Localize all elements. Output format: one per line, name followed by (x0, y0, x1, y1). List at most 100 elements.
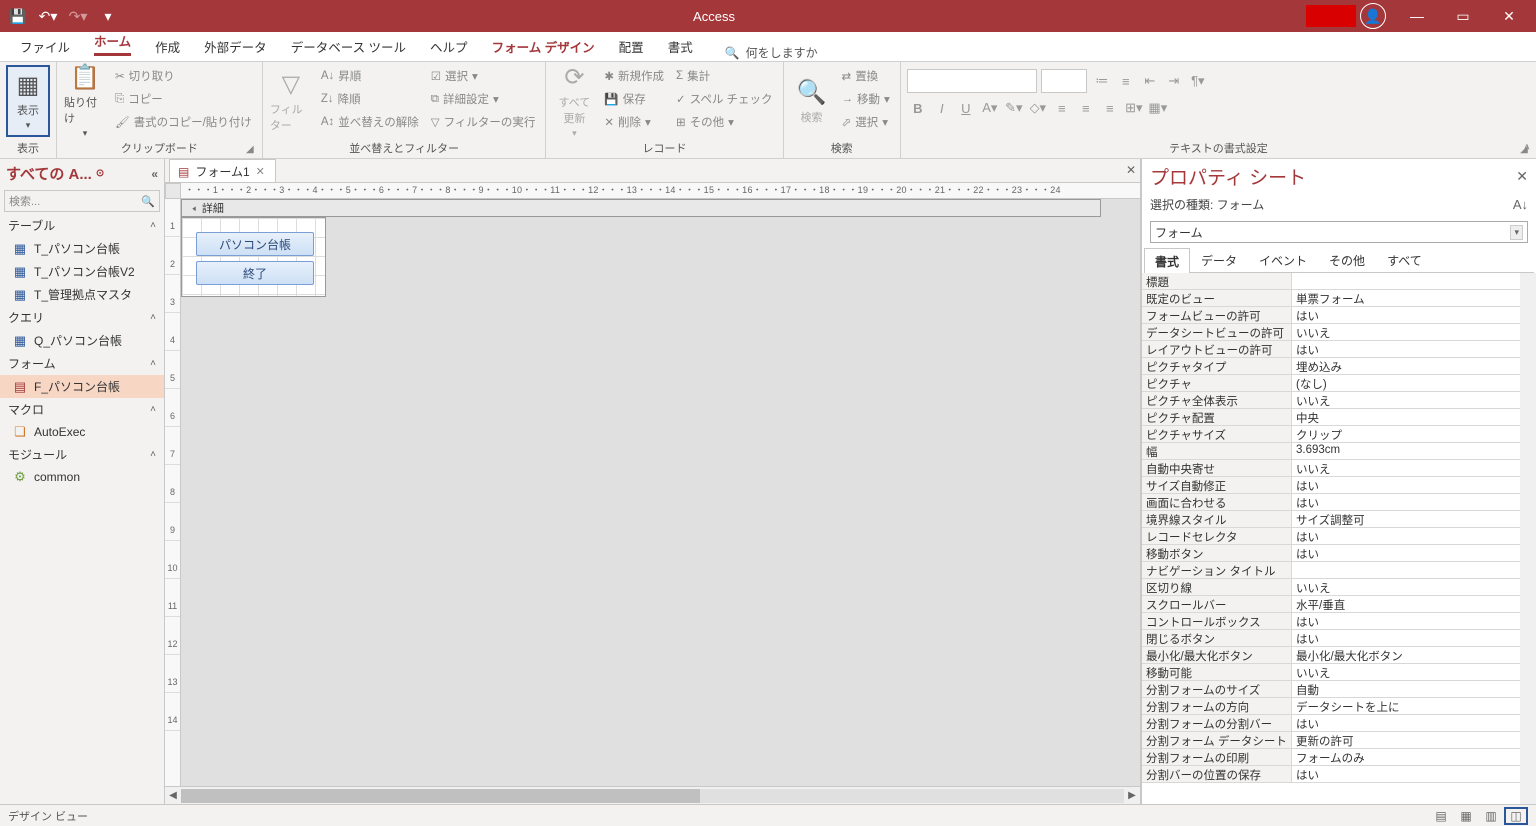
property-row[interactable]: フォームビューの許可はい (1142, 307, 1520, 324)
property-value[interactable]: 水平/垂直 (1292, 596, 1520, 612)
property-row[interactable]: 区切り線いいえ (1142, 579, 1520, 596)
property-row[interactable]: ピクチャ(なし) (1142, 375, 1520, 392)
property-tab-format[interactable]: 書式 (1144, 248, 1190, 273)
nav-category-queries[interactable]: クエリ˄ (0, 306, 164, 329)
property-row[interactable]: 分割フォームのサイズ自動 (1142, 681, 1520, 698)
property-row[interactable]: 自動中央寄せいいえ (1142, 460, 1520, 477)
design-surface[interactable]: 詳細 パソコン台帳 終了 (181, 199, 1140, 786)
nav-form-item[interactable]: ▤F_パソコン台帳 (0, 375, 164, 398)
replace-button[interactable]: ⇄置換 (838, 65, 894, 87)
close-all-icon[interactable]: ✕ (1126, 163, 1136, 177)
nav-category-tables[interactable]: テーブル˄ (0, 214, 164, 237)
clear-sort-button[interactable]: A↕並べ替えの解除 (317, 111, 423, 133)
property-row[interactable]: サイズ自動修正はい (1142, 477, 1520, 494)
property-grid[interactable]: 標題既定のビュー単票フォームフォームビューの許可はいデータシートビューの許可いい… (1142, 273, 1520, 804)
property-value[interactable] (1292, 273, 1520, 289)
collapse-nav-icon[interactable]: « (151, 167, 158, 181)
fill-color-button[interactable]: ◇▾ (1027, 97, 1049, 119)
property-row[interactable]: データシートビューの許可いいえ (1142, 324, 1520, 341)
document-tab[interactable]: ▤ フォーム1 ✕ (169, 159, 276, 182)
property-row[interactable]: スクロールバー水平/垂直 (1142, 596, 1520, 613)
tab-arrange[interactable]: 配置 (607, 31, 656, 61)
goto-button[interactable]: →移動▾ (838, 88, 894, 110)
sort-asc-button[interactable]: A↓昇順 (317, 65, 423, 87)
tab-create[interactable]: 作成 (143, 31, 192, 61)
detail-section-bar[interactable]: 詳細 (181, 199, 1101, 217)
property-value[interactable]: いいえ (1292, 579, 1520, 595)
tab-database-tools[interactable]: データベース ツール (279, 31, 418, 61)
undo-icon[interactable]: ↶▾ (34, 2, 62, 30)
detail-section-body[interactable]: パソコン台帳 終了 (181, 217, 326, 297)
select-all-corner[interactable] (165, 183, 181, 199)
close-tab-icon[interactable]: ✕ (256, 165, 265, 178)
restore-button[interactable]: ▭ (1440, 0, 1486, 32)
filter-button[interactable]: ▽ フィルター (269, 65, 313, 137)
property-row[interactable]: ピクチャ全体表示いいえ (1142, 392, 1520, 409)
property-value[interactable]: クリップ (1292, 426, 1520, 442)
property-tab-data[interactable]: データ (1190, 247, 1248, 272)
property-value[interactable]: はい (1292, 341, 1520, 357)
nav-table-item[interactable]: ▦T_パソコン台帳V2 (0, 260, 164, 283)
tab-help[interactable]: ヘルプ (418, 31, 480, 61)
nav-category-macros[interactable]: マクロ˄ (0, 398, 164, 421)
sort-az-icon[interactable]: A↓ (1513, 197, 1528, 212)
nav-query-item[interactable]: ▦Q_パソコン台帳 (0, 329, 164, 352)
property-tab-other[interactable]: その他 (1318, 247, 1376, 272)
property-row[interactable]: 分割フォームの印刷フォームのみ (1142, 749, 1520, 766)
view-button[interactable]: ▦ 表示 ▾ (6, 65, 50, 137)
highlight-button[interactable]: ✎▾ (1003, 97, 1025, 119)
nav-category-modules[interactable]: モジュール˄ (0, 443, 164, 466)
tab-format[interactable]: 書式 (656, 31, 705, 61)
tab-home[interactable]: ホーム (82, 25, 143, 61)
dialog-launcher-icon[interactable]: ◢ (244, 144, 256, 156)
property-row[interactable]: ナビゲーション タイトル (1142, 562, 1520, 579)
property-row[interactable]: 移動ボタンはい (1142, 545, 1520, 562)
indent-decrease-icon[interactable]: ⇤ (1139, 70, 1161, 92)
property-value[interactable]: 単票フォーム (1292, 290, 1520, 306)
property-value[interactable]: はい (1292, 528, 1520, 544)
property-tab-all[interactable]: すべて (1376, 247, 1433, 272)
property-row[interactable]: 標題 (1142, 273, 1520, 290)
collapse-ribbon-icon[interactable]: ˄ (1524, 142, 1530, 154)
property-value[interactable]: はい (1292, 545, 1520, 561)
nav-search-input[interactable]: 検索... 🔍 (4, 190, 160, 212)
property-row[interactable]: レイアウトビューの許可はい (1142, 341, 1520, 358)
spelling-button[interactable]: ✓スペル チェック (672, 88, 777, 110)
redo-icon[interactable]: ↷▾ (64, 2, 92, 30)
font-color-button[interactable]: A▾ (979, 97, 1001, 119)
property-value[interactable]: 更新の許可 (1292, 732, 1520, 748)
property-value[interactable]: はい (1292, 307, 1520, 323)
scroll-track[interactable] (181, 789, 1124, 803)
toggle-filter-button[interactable]: ▽フィルターの実行 (427, 111, 540, 133)
vertical-scrollbar[interactable] (1520, 273, 1536, 804)
advanced-button[interactable]: ⧉詳細設定▾ (427, 88, 540, 110)
property-value[interactable]: いいえ (1292, 392, 1520, 408)
find-button[interactable]: 🔍 検索 (790, 65, 834, 137)
italic-button[interactable]: I (931, 97, 953, 119)
vertical-ruler[interactable]: 1234 5678 9101112 1314 (165, 199, 181, 786)
object-selector-combo[interactable]: フォーム ▾ (1150, 221, 1528, 243)
datasheet-view-icon[interactable]: ▦ (1454, 807, 1478, 825)
property-value[interactable]: 埋め込み (1292, 358, 1520, 374)
paste-button[interactable]: 📋 貼り付け ▾ (63, 65, 107, 137)
user-avatar-icon[interactable]: 👤 (1360, 3, 1386, 29)
property-value[interactable]: はい (1292, 715, 1520, 731)
bullets-icon[interactable]: ≔ (1091, 70, 1113, 92)
nav-macro-item[interactable]: ❏AutoExec (0, 421, 164, 443)
minimize-button[interactable]: — (1394, 0, 1440, 32)
cut-button[interactable]: ✂切り取り (111, 65, 256, 87)
property-row[interactable]: 分割バーの位置の保存はい (1142, 766, 1520, 783)
tab-file[interactable]: ファイル (8, 31, 82, 61)
property-value[interactable]: はい (1292, 477, 1520, 493)
gridlines-button[interactable]: ⊞▾ (1123, 97, 1145, 119)
select-button[interactable]: ⬀選択▾ (838, 111, 894, 133)
align-left-button[interactable]: ≡ (1051, 97, 1073, 119)
new-record-button[interactable]: ✱新規作成 (600, 65, 668, 87)
scroll-right-icon[interactable]: ▶ (1124, 790, 1140, 801)
selection-button[interactable]: ☑選択▾ (427, 65, 540, 87)
property-value[interactable]: はい (1292, 494, 1520, 510)
property-row[interactable]: コントロールボックスはい (1142, 613, 1520, 630)
bold-button[interactable]: B (907, 97, 929, 119)
horizontal-ruler[interactable]: ・・・1・・・2・・・3・・・4・・・5・・・6・・・7・・・8・・・9・・・1… (181, 183, 1140, 199)
tell-me-search[interactable]: 🔍 何をしますか (725, 44, 818, 61)
